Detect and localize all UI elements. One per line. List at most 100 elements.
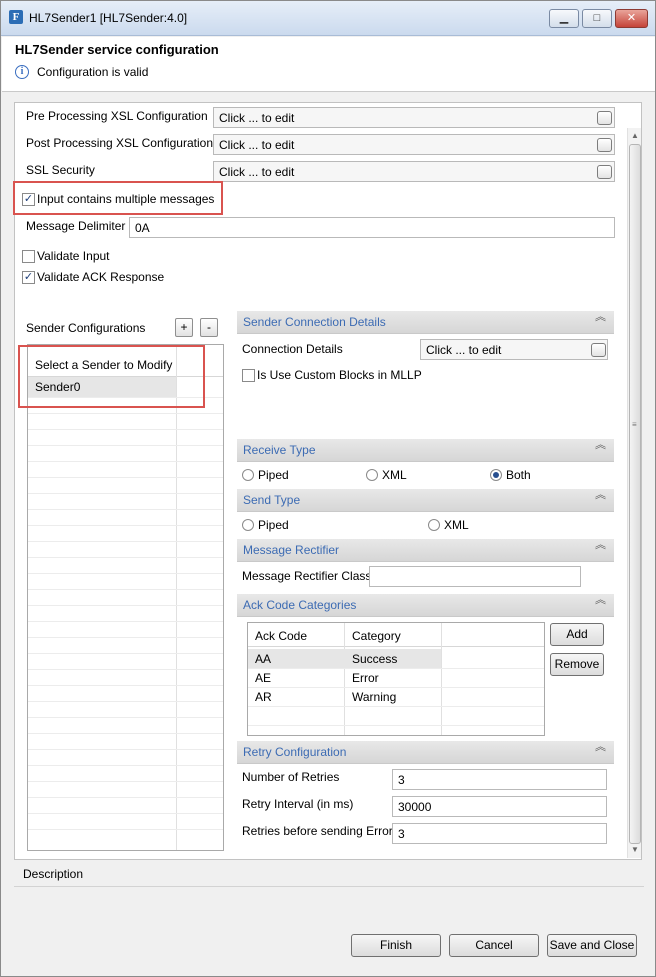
scroll-down-icon[interactable]: ▼ (629, 844, 641, 856)
retries-before-error-input[interactable]: 3 (392, 823, 607, 844)
receive-piped-label: Piped (258, 468, 289, 482)
maximize-button[interactable]: □ (582, 9, 612, 28)
custom-blocks-checkbox[interactable] (242, 369, 255, 382)
app-icon: F (9, 10, 23, 24)
close-button[interactable]: ✕ (615, 9, 648, 28)
ack-table-header: Ack Code Category (248, 623, 544, 647)
scrollbar-thumb[interactable]: ≡ (629, 144, 641, 844)
finish-button[interactable]: Finish (351, 934, 441, 957)
remove-sender-button[interactable]: - (200, 318, 218, 337)
collapse-icon[interactable]: ︽ (595, 490, 606, 501)
ack-category-cell: Warning (352, 690, 397, 704)
add-sender-button[interactable]: + (175, 318, 193, 337)
pre-xsl-value: Click ... to edit (219, 111, 295, 125)
post-xsl-value: Click ... to edit (219, 138, 295, 152)
collapse-icon[interactable]: ︽ (595, 312, 606, 323)
minimize-button[interactable]: ▁ (549, 9, 579, 28)
collapse-icon[interactable]: ︽ (595, 742, 606, 753)
ssl-label: SSL Security (26, 163, 95, 177)
remove-ack-button[interactable]: Remove (550, 653, 604, 676)
title-bar[interactable]: F HL7Sender1 [HL7Sender:4.0] ▁ □ ✕ (1, 1, 655, 36)
connection-details-field[interactable]: Click ... to edit (420, 339, 608, 360)
section-retry[interactable]: Retry Configuration ︽ (237, 741, 614, 764)
plus-icon: + (180, 320, 188, 334)
config-panel: Pre Processing XSL Configuration Click .… (13, 102, 642, 860)
ack-title: Ack Code Categories (243, 598, 357, 612)
ack-code-cell: AE (255, 671, 272, 685)
rectifier-title: Message Rectifier (243, 543, 340, 557)
receive-piped-radio[interactable] (242, 469, 254, 481)
dialog-window: F HL7Sender1 [HL7Sender:4.0] ▁ □ ✕ HL7Se… (0, 0, 656, 977)
receive-both-radio[interactable] (490, 469, 502, 481)
check-icon: ✓ (23, 193, 34, 205)
retries-input[interactable]: 3 (392, 769, 607, 790)
status-message: Configuration is valid (37, 65, 149, 79)
page-title: HL7Sender service configuration (15, 42, 219, 57)
scroll-up-icon[interactable]: ▲ (629, 130, 641, 142)
close-icon: ✕ (626, 12, 637, 24)
send-xml-radio[interactable] (428, 519, 440, 531)
multiple-messages-label: Input contains multiple messages (37, 192, 215, 206)
pre-xsl-label: Pre Processing XSL Configuration (26, 109, 208, 123)
custom-blocks-label: Is Use Custom Blocks in MLLP (257, 368, 422, 382)
ack-code-cell: AA (255, 652, 272, 666)
ack-code-table[interactable]: Ack Code Category AA Success AE Error AR… (247, 622, 545, 736)
retry-interval-input[interactable]: 30000 (392, 796, 607, 817)
validate-input-label: Validate Input (37, 249, 110, 263)
minus-icon: - (207, 320, 211, 334)
pre-xsl-edit-button[interactable] (597, 111, 612, 125)
collapse-icon[interactable]: ︽ (595, 440, 606, 451)
collapse-icon[interactable]: ︽ (595, 595, 606, 606)
retry-title: Retry Configuration (243, 745, 347, 759)
table-row[interactable]: AE Error (248, 668, 441, 687)
ssl-value: Click ... to edit (219, 165, 295, 179)
rectifier-class-input[interactable] (369, 566, 581, 587)
receive-xml-label: XML (382, 468, 407, 482)
ack-category-cell: Error (352, 671, 379, 685)
validate-input-checkbox[interactable] (22, 250, 35, 263)
section-ack-codes[interactable]: Ack Code Categories ︽ (237, 594, 614, 617)
send-piped-radio[interactable] (242, 519, 254, 531)
section-connection-details[interactable]: Sender Connection Details ︽ (237, 311, 614, 334)
validate-ack-checkbox[interactable]: ✓ (22, 271, 35, 284)
highlight-box-sender-list (18, 345, 205, 408)
multiple-messages-checkbox[interactable]: ✓ (22, 193, 35, 206)
save-and-close-button[interactable]: Save and Close (547, 934, 637, 957)
sender-list[interactable]: Select a Sender to Modify Sender0 (27, 344, 224, 851)
receive-type-title: Receive Type (243, 443, 316, 457)
info-icon: i (15, 65, 29, 79)
retries-before-error-label: Retries before sending Error (242, 824, 393, 838)
connection-details-label: Connection Details (242, 342, 343, 356)
vertical-scrollbar[interactable]: ▲ ≡ ▼ (627, 128, 641, 858)
ssl-field[interactable]: Click ... to edit (213, 161, 615, 182)
rectifier-class-label: Message Rectifier Class (242, 569, 372, 583)
post-xsl-edit-button[interactable] (597, 138, 612, 152)
delimiter-input[interactable]: 0A (129, 217, 615, 238)
post-xsl-label: Post Processing XSL Configuration (26, 136, 213, 150)
section-receive-type[interactable]: Receive Type ︽ (237, 439, 614, 462)
post-xsl-field[interactable]: Click ... to edit (213, 134, 615, 155)
delimiter-label: Message Delimiter (26, 219, 126, 233)
receive-xml-radio[interactable] (366, 469, 378, 481)
description-bar[interactable]: Description (14, 863, 644, 887)
description-label: Description (23, 867, 84, 881)
section-message-rectifier[interactable]: Message Rectifier ︽ (237, 539, 614, 562)
dialog-header: HL7Sender service configuration i Config… (2, 37, 655, 92)
ack-col-code: Ack Code (255, 629, 308, 643)
check-icon: ✓ (23, 271, 34, 283)
collapse-icon[interactable]: ︽ (595, 540, 606, 551)
section-send-type[interactable]: Send Type ︽ (237, 489, 614, 512)
ssl-edit-button[interactable] (597, 165, 612, 179)
connection-details-edit-button[interactable] (591, 343, 606, 357)
retry-interval-value: 30000 (398, 800, 432, 814)
table-row[interactable]: AA Success (248, 649, 441, 668)
table-row[interactable]: AR Warning (248, 687, 441, 706)
receive-both-label: Both (506, 468, 531, 482)
validate-ack-label: Validate ACK Response (37, 270, 165, 284)
cancel-button[interactable]: Cancel (449, 934, 539, 957)
send-type-title: Send Type (243, 493, 301, 507)
delimiter-value: 0A (135, 221, 150, 235)
add-ack-button[interactable]: Add (550, 623, 604, 646)
pre-xsl-field[interactable]: Click ... to edit (213, 107, 615, 128)
retries-value: 3 (398, 773, 405, 787)
